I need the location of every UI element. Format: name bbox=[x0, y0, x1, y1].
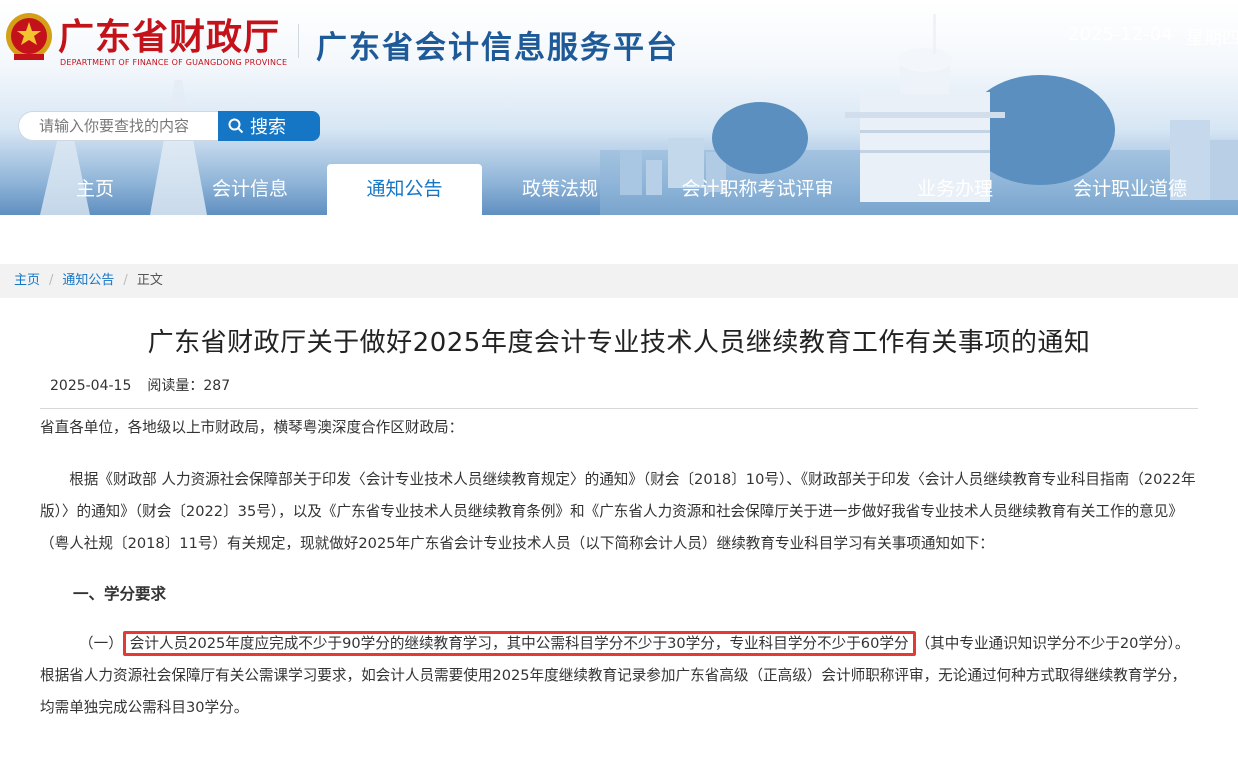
current-date: 2025-12-04 bbox=[1068, 24, 1173, 45]
nav-item-services[interactable]: 业务办理 bbox=[885, 164, 1025, 215]
nav-item-title-exam[interactable]: 会计职称考试评审 bbox=[650, 164, 865, 215]
nav-item-ethics[interactable]: 会计职业道德 bbox=[1045, 164, 1215, 215]
nav-item-accounting-info[interactable]: 会计信息 bbox=[180, 164, 320, 215]
article-item-paragraph: （一） 会计人员2025年度应完成不少于90学分的继续教育学习，其中公需科目学分不… bbox=[40, 628, 1198, 724]
article-date: 2025-04-15 bbox=[50, 378, 132, 394]
highlighted-requirement: 会计人员2025年度应完成不少于90学分的继续教育学习，其中公需科目学分不少于3… bbox=[122, 631, 916, 656]
breadcrumb-home[interactable]: 主页 bbox=[14, 273, 40, 288]
site-logo-title[interactable]: 广东省财政厅 bbox=[58, 8, 280, 60]
item-number-label: （一） bbox=[79, 635, 123, 652]
title-divider bbox=[40, 408, 1198, 409]
breadcrumb-separator: / bbox=[49, 273, 54, 288]
current-weekday: 星期四 bbox=[1186, 28, 1238, 49]
breadcrumb: 主页 / 通知公告 / 正文 bbox=[0, 264, 1238, 298]
logo-divider bbox=[298, 24, 299, 58]
main-nav: 主页 会计信息 通知公告 政策法规 会计职称考试评审 业务办理 会计职业道德 bbox=[0, 164, 1238, 215]
national-emblem-logo bbox=[6, 13, 52, 60]
search-button[interactable]: 搜索 bbox=[218, 111, 320, 141]
article-body: 省直各单位，各地级以上市财政局，横琴粤澳深度合作区财政局： 根据《财政部 人力资… bbox=[40, 412, 1198, 724]
nav-item-home[interactable]: 主页 bbox=[40, 164, 150, 215]
search-input[interactable] bbox=[18, 111, 222, 141]
section-heading: 一、学分要求 bbox=[73, 585, 167, 603]
search-box: 搜索 bbox=[18, 111, 320, 141]
article-views: 阅读量：287 bbox=[147, 378, 231, 394]
nav-item-policies[interactable]: 政策法规 bbox=[490, 164, 630, 215]
breadcrumb-current: 正文 bbox=[136, 273, 163, 288]
breadcrumb-notices[interactable]: 通知公告 bbox=[62, 273, 114, 288]
search-button-label: 搜索 bbox=[250, 117, 286, 138]
nav-item-notices[interactable]: 通知公告 bbox=[327, 164, 482, 215]
breadcrumb-separator: / bbox=[123, 273, 128, 288]
article-title: 广东省财政厅关于做好2025年度会计专业技术人员继续教育工作有关事项的通知 bbox=[147, 328, 1091, 358]
site-header: 广东省财政厅 DEPARTMENT OF FINANCE OF GUANGDON… bbox=[0, 0, 1238, 215]
platform-title: 广东省会计信息服务平台 bbox=[316, 30, 679, 66]
article-meta: 2025-04-15 阅读量：287 bbox=[50, 375, 230, 395]
article-intro-paragraph: 根据《财政部 人力资源社会保障部关于印发〈会计专业技术人员继续教育规定〉的通知》… bbox=[40, 471, 1196, 552]
site-logo-subtitle: DEPARTMENT OF FINANCE OF GUANGDONG PROVI… bbox=[60, 58, 288, 67]
search-icon bbox=[228, 118, 244, 134]
article-salutation: 省直各单位，各地级以上市财政局，横琴粤澳深度合作区财政局： bbox=[40, 419, 464, 436]
